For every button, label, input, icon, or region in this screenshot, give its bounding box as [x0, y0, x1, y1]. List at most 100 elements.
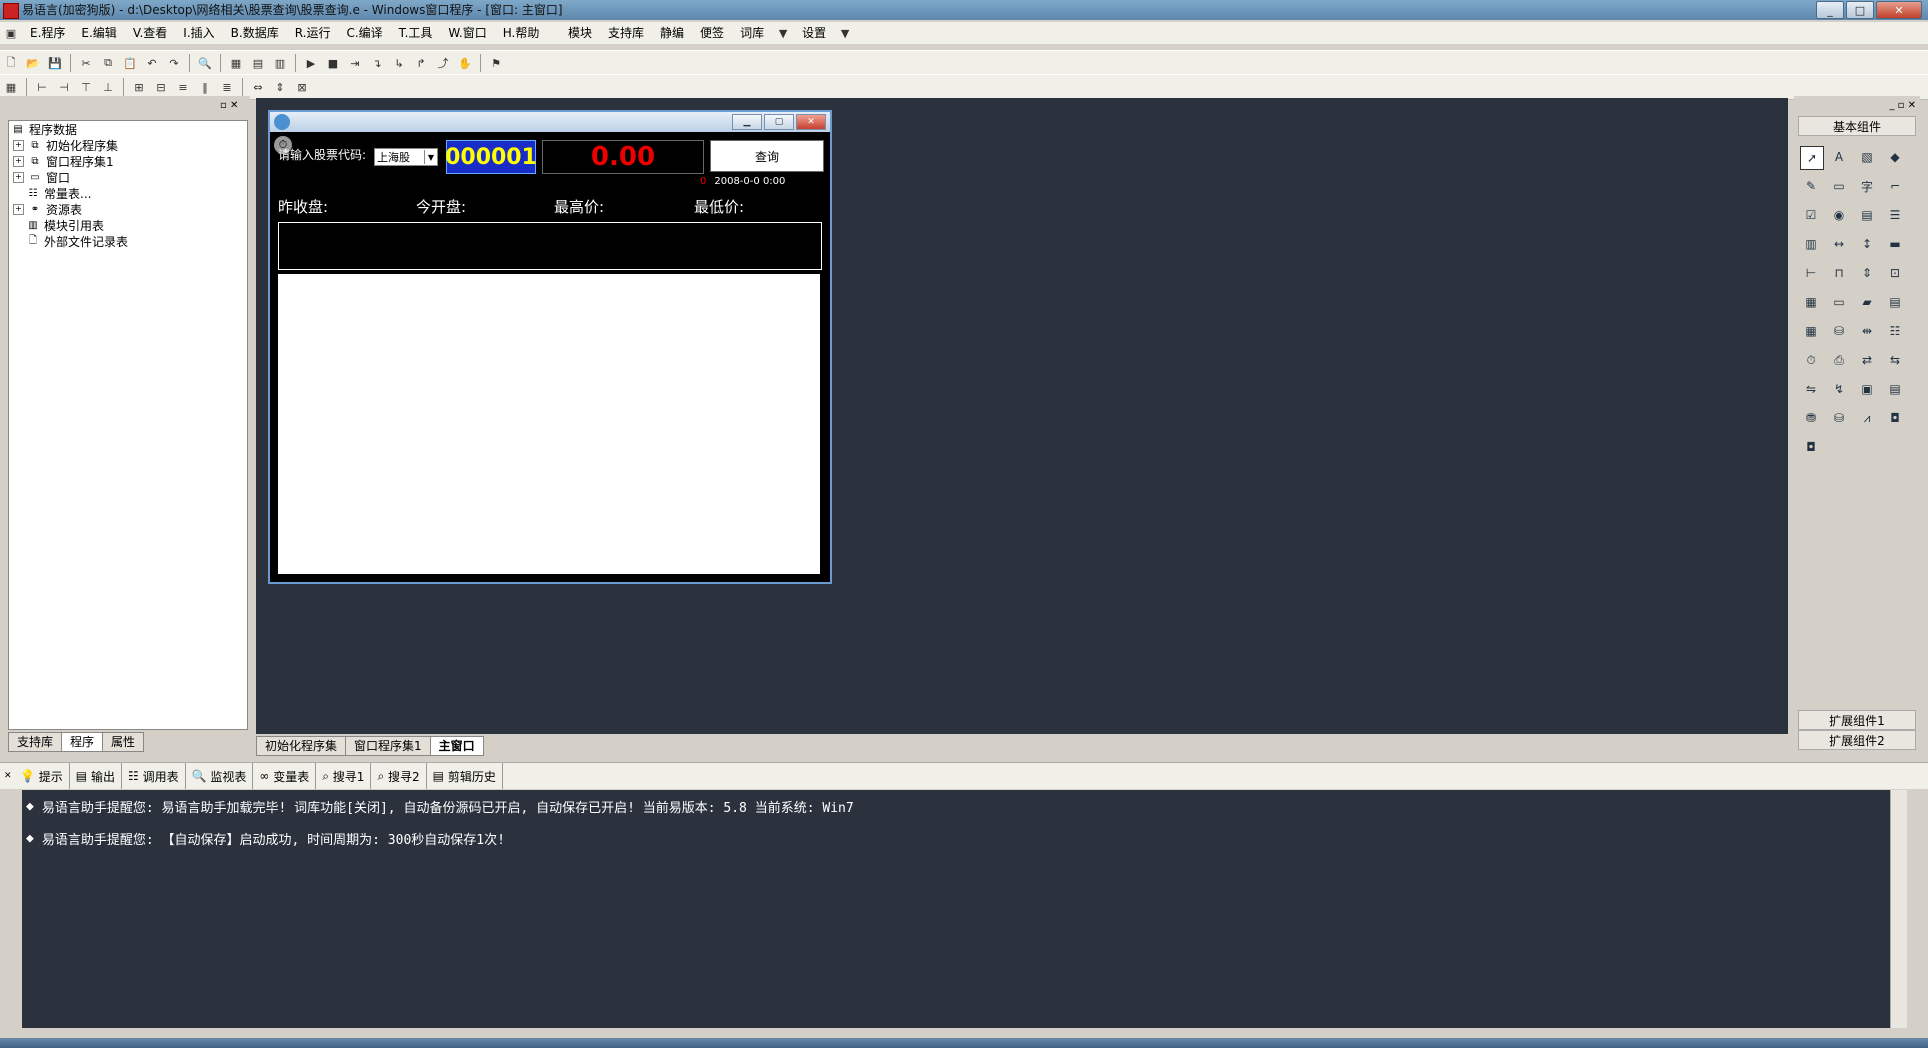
size-icon[interactable]: ⇕: [271, 78, 289, 96]
palette-ext1[interactable]: 扩展组件1: [1798, 710, 1916, 730]
expand-icon[interactable]: +: [13, 203, 24, 215]
printer-icon[interactable]: ⎙: [1828, 349, 1850, 371]
panel-close-icon[interactable]: ✕: [4, 771, 14, 781]
space-icon[interactable]: ≡: [174, 78, 192, 96]
tab-search1[interactable]: ⌕ 搜寻1: [316, 763, 372, 789]
group-icon[interactable]: ▭: [1828, 175, 1850, 197]
tree-row-resources[interactable]: + ⚭ 资源表: [9, 201, 247, 217]
menu-compile[interactable]: C.编译: [338, 22, 390, 44]
palette-controls[interactable]: _ ▫ ✕: [1889, 100, 1916, 111]
undo-icon[interactable]: ↶: [143, 54, 161, 72]
layout-icon[interactable]: ▦: [227, 54, 245, 72]
tab-init-module[interactable]: 初始化程序集: [256, 736, 347, 756]
odbc-icon[interactable]: ◘: [1884, 407, 1906, 429]
layout-icon[interactable]: ▤: [249, 54, 267, 72]
space-icon[interactable]: ‖: [196, 78, 214, 96]
menu-lexicon[interactable]: 词库: [732, 22, 772, 44]
text-icon[interactable]: 字: [1856, 175, 1878, 197]
align-bottom-icon[interactable]: ⊥: [99, 78, 117, 96]
chevron-down-icon[interactable]: ▼: [424, 150, 437, 164]
chart-icon[interactable]: ⩘: [1856, 407, 1878, 429]
slider-icon[interactable]: ⊢: [1800, 262, 1822, 284]
line-icon[interactable]: ⌐: [1884, 175, 1906, 197]
align-left-icon[interactable]: ⊢: [33, 78, 51, 96]
tree-row-window[interactable]: + ▭ 窗口: [9, 169, 247, 185]
space-icon[interactable]: ≣: [218, 78, 236, 96]
tree-row-init[interactable]: + ⧉ 初始化程序集: [9, 137, 247, 153]
helper-icon[interactable]: ⚑: [487, 54, 505, 72]
shape-icon[interactable]: ◆: [1884, 146, 1906, 168]
align-top-icon[interactable]: ⊤: [77, 78, 95, 96]
maximize-button[interactable]: □: [1846, 1, 1874, 19]
debug-icon[interactable]: ⇥: [346, 54, 364, 72]
tree-row-constants[interactable]: ☷ 常量表...: [9, 185, 247, 201]
expand-icon[interactable]: +: [13, 139, 24, 151]
palette-title[interactable]: 基本组件: [1798, 116, 1916, 136]
menu-run[interactable]: R.运行: [287, 22, 339, 44]
menu-support-lib[interactable]: 支持库: [600, 22, 652, 44]
pointer-icon[interactable]: ➚: [1800, 146, 1824, 170]
tab-properties[interactable]: 属性: [102, 732, 145, 752]
menu-settings[interactable]: 设置: [794, 22, 834, 44]
tab-icon[interactable]: ⊓: [1828, 262, 1850, 284]
minimize-button[interactable]: _: [1816, 1, 1844, 19]
step-icon[interactable]: ↱: [412, 54, 430, 72]
button-icon[interactable]: ▭: [1828, 291, 1850, 313]
size-icon[interactable]: ⇔: [249, 78, 267, 96]
palette-ext2[interactable]: 扩展组件2: [1798, 730, 1916, 750]
edit-icon[interactable]: ✎: [1800, 175, 1822, 197]
close-button[interactable]: ✕: [1876, 1, 1922, 19]
menu-module[interactable]: 模块: [560, 22, 600, 44]
tab-search2[interactable]: ⌕ 搜寻2: [371, 763, 427, 789]
menu-help[interactable]: H.帮助: [495, 22, 548, 44]
form-title-bar[interactable]: ▁ ▢ ✕: [270, 112, 830, 132]
tab-tips[interactable]: 💡 提示: [14, 763, 70, 789]
grid-icon[interactable]: ▦: [2, 78, 20, 96]
cut-icon[interactable]: ✂: [77, 54, 95, 72]
step-icon[interactable]: ⤴: [434, 54, 452, 72]
menu-static-compile[interactable]: 静编: [652, 22, 692, 44]
stock-code-input[interactable]: 000001: [445, 140, 537, 174]
center-v-icon[interactable]: ⊟: [152, 78, 170, 96]
form-window[interactable]: ▁ ▢ ✕ ⏱ 请输入股票代码: 上海股 ▼ 000001 0.00 查询 02…: [268, 110, 832, 584]
query-button[interactable]: 查询: [710, 140, 824, 172]
tab-watch[interactable]: 🔍 监视表: [186, 763, 254, 789]
window-icon[interactable]: ▣: [1856, 378, 1878, 400]
redo-icon[interactable]: ↷: [165, 54, 183, 72]
odbc-icon[interactable]: ◘: [1800, 436, 1822, 458]
output-scrollbar[interactable]: [1890, 790, 1907, 1028]
expand-icon[interactable]: +: [13, 171, 24, 183]
tree-row-window-set[interactable]: + ⧉ 窗口程序集1: [9, 153, 247, 169]
calendar-icon[interactable]: ▦: [1800, 320, 1822, 342]
step-icon[interactable]: ↴: [368, 54, 386, 72]
form-close-button[interactable]: ✕: [796, 114, 826, 130]
picture-icon[interactable]: ▧: [1856, 146, 1878, 168]
panel-icon[interactable]: ▤: [1884, 378, 1906, 400]
tab-support-lib[interactable]: 支持库: [8, 732, 63, 752]
splitter-icon[interactable]: ⇹: [1856, 320, 1878, 342]
progress-icon[interactable]: ▬: [1884, 233, 1906, 255]
menu-edit[interactable]: E.编辑: [73, 22, 124, 44]
database-icon[interactable]: ⛃: [1800, 407, 1822, 429]
form-maximize-button[interactable]: ▢: [764, 114, 794, 130]
center-h-icon[interactable]: ⊞: [130, 78, 148, 96]
content-box[interactable]: [278, 274, 820, 574]
form-minimize-button[interactable]: ▁: [732, 114, 762, 130]
stop-icon[interactable]: ■: [324, 54, 342, 72]
align-right-icon[interactable]: ⊣: [55, 78, 73, 96]
menu-database[interactable]: B.数据库: [223, 22, 287, 44]
tab-window-module[interactable]: 窗口程序集1: [345, 736, 431, 756]
step-icon[interactable]: ↳: [390, 54, 408, 72]
tab-program[interactable]: 程序: [61, 732, 104, 752]
tree-row-module-refs[interactable]: ▥ 模块引用表: [9, 217, 247, 233]
radio-icon[interactable]: ◉: [1828, 204, 1850, 226]
save-icon[interactable]: 💾: [46, 54, 64, 72]
open-file-icon[interactable]: 📂: [24, 54, 42, 72]
run-icon[interactable]: ▶: [302, 54, 320, 72]
menu-window[interactable]: W.窗口: [440, 22, 494, 44]
timer-icon[interactable]: ⏱: [1800, 349, 1822, 371]
chevron-down-icon[interactable]: ▼: [774, 24, 792, 42]
menu-note[interactable]: 便签: [692, 22, 732, 44]
menu-view[interactable]: V.查看: [125, 22, 175, 44]
tree-row-root[interactable]: ▤ 程序数据: [9, 121, 247, 137]
